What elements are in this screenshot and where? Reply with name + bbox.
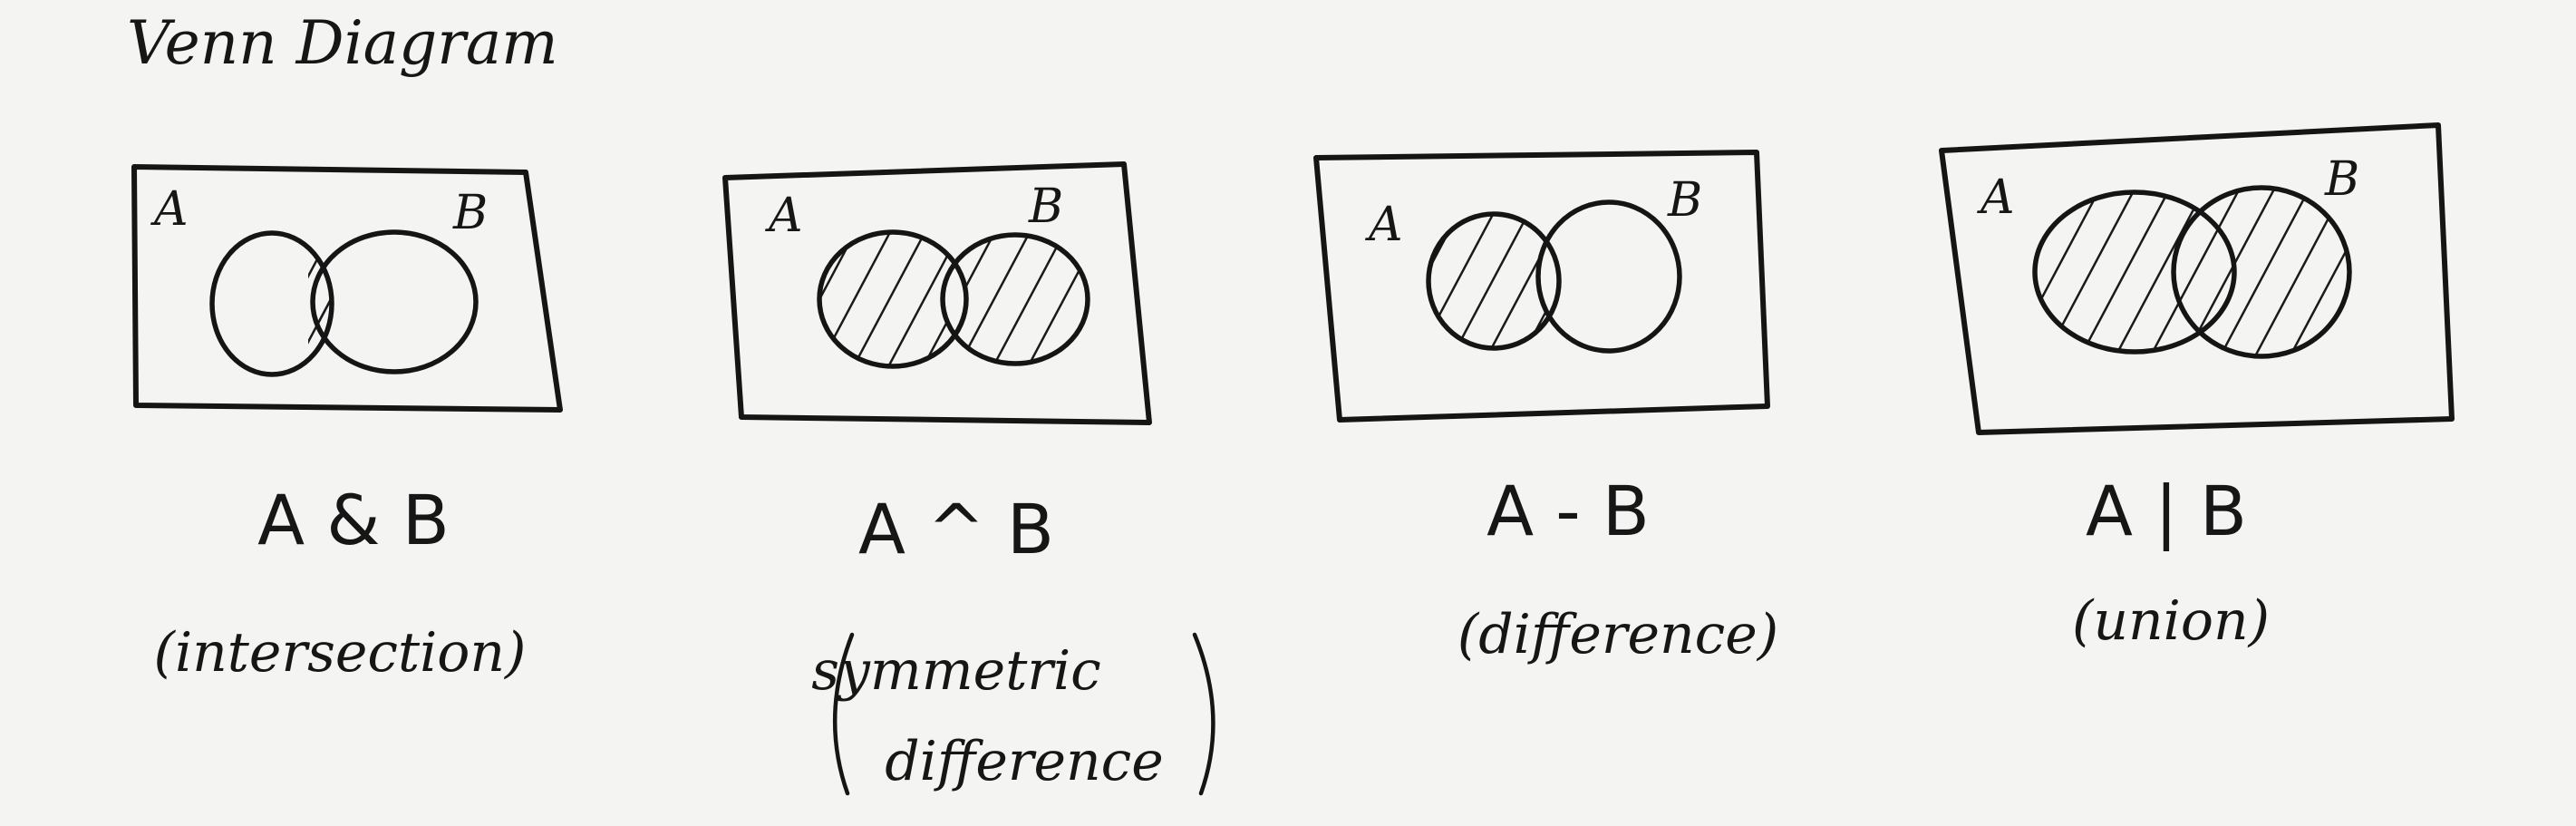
panel-3-set-a-label: A — [1365, 198, 1403, 252]
panel-2-shaded-region-symmetric — [798, 218, 1106, 381]
panel-4-operation-name: (union) — [2072, 589, 2270, 653]
panel-2-set-a-label: A — [765, 189, 803, 243]
panel-2-operation-name-line-2: difference — [885, 730, 1164, 793]
panel-3-operation-name: (difference) — [1457, 603, 1778, 666]
panel-symmetric-difference: A B A ^ B symmetric difference — [722, 161, 1215, 796]
venn-diagram-sheet: Venn Diagram A B A & B (intersection) A … — [0, 0, 2576, 826]
panel-difference: A B A - B (difference) — [1313, 150, 1778, 666]
panel-2-operation: A ^ B — [858, 489, 1054, 569]
panel-1-frame — [131, 164, 563, 413]
panel-3-operation: A - B — [1487, 471, 1650, 551]
panel-1-set-a-label: A — [150, 182, 189, 237]
panel-1-operation: A & B — [257, 480, 450, 560]
panel-union: A B A | B (union) — [1939, 122, 2455, 653]
diagram-title: Venn Diagram — [127, 8, 558, 78]
panel-3-set-b-label: B — [1667, 173, 1702, 228]
panel-1-circle-b — [310, 229, 479, 374]
panel-intersection: A B A & B (intersection) — [131, 164, 563, 685]
panel-2-right-paren — [1192, 632, 1215, 796]
panel-2-operation-name-line-1: symmetric — [811, 639, 1101, 703]
venn-diagram-drawing: Venn Diagram A B A & B (intersection) A … — [127, 8, 2455, 796]
panel-4-set-a-label: A — [1977, 170, 2015, 225]
panel-1-set-b-label: B — [452, 186, 488, 240]
panel-1-operation-name: (intersection) — [154, 621, 527, 685]
panel-4-operation: A | B — [2086, 471, 2247, 552]
